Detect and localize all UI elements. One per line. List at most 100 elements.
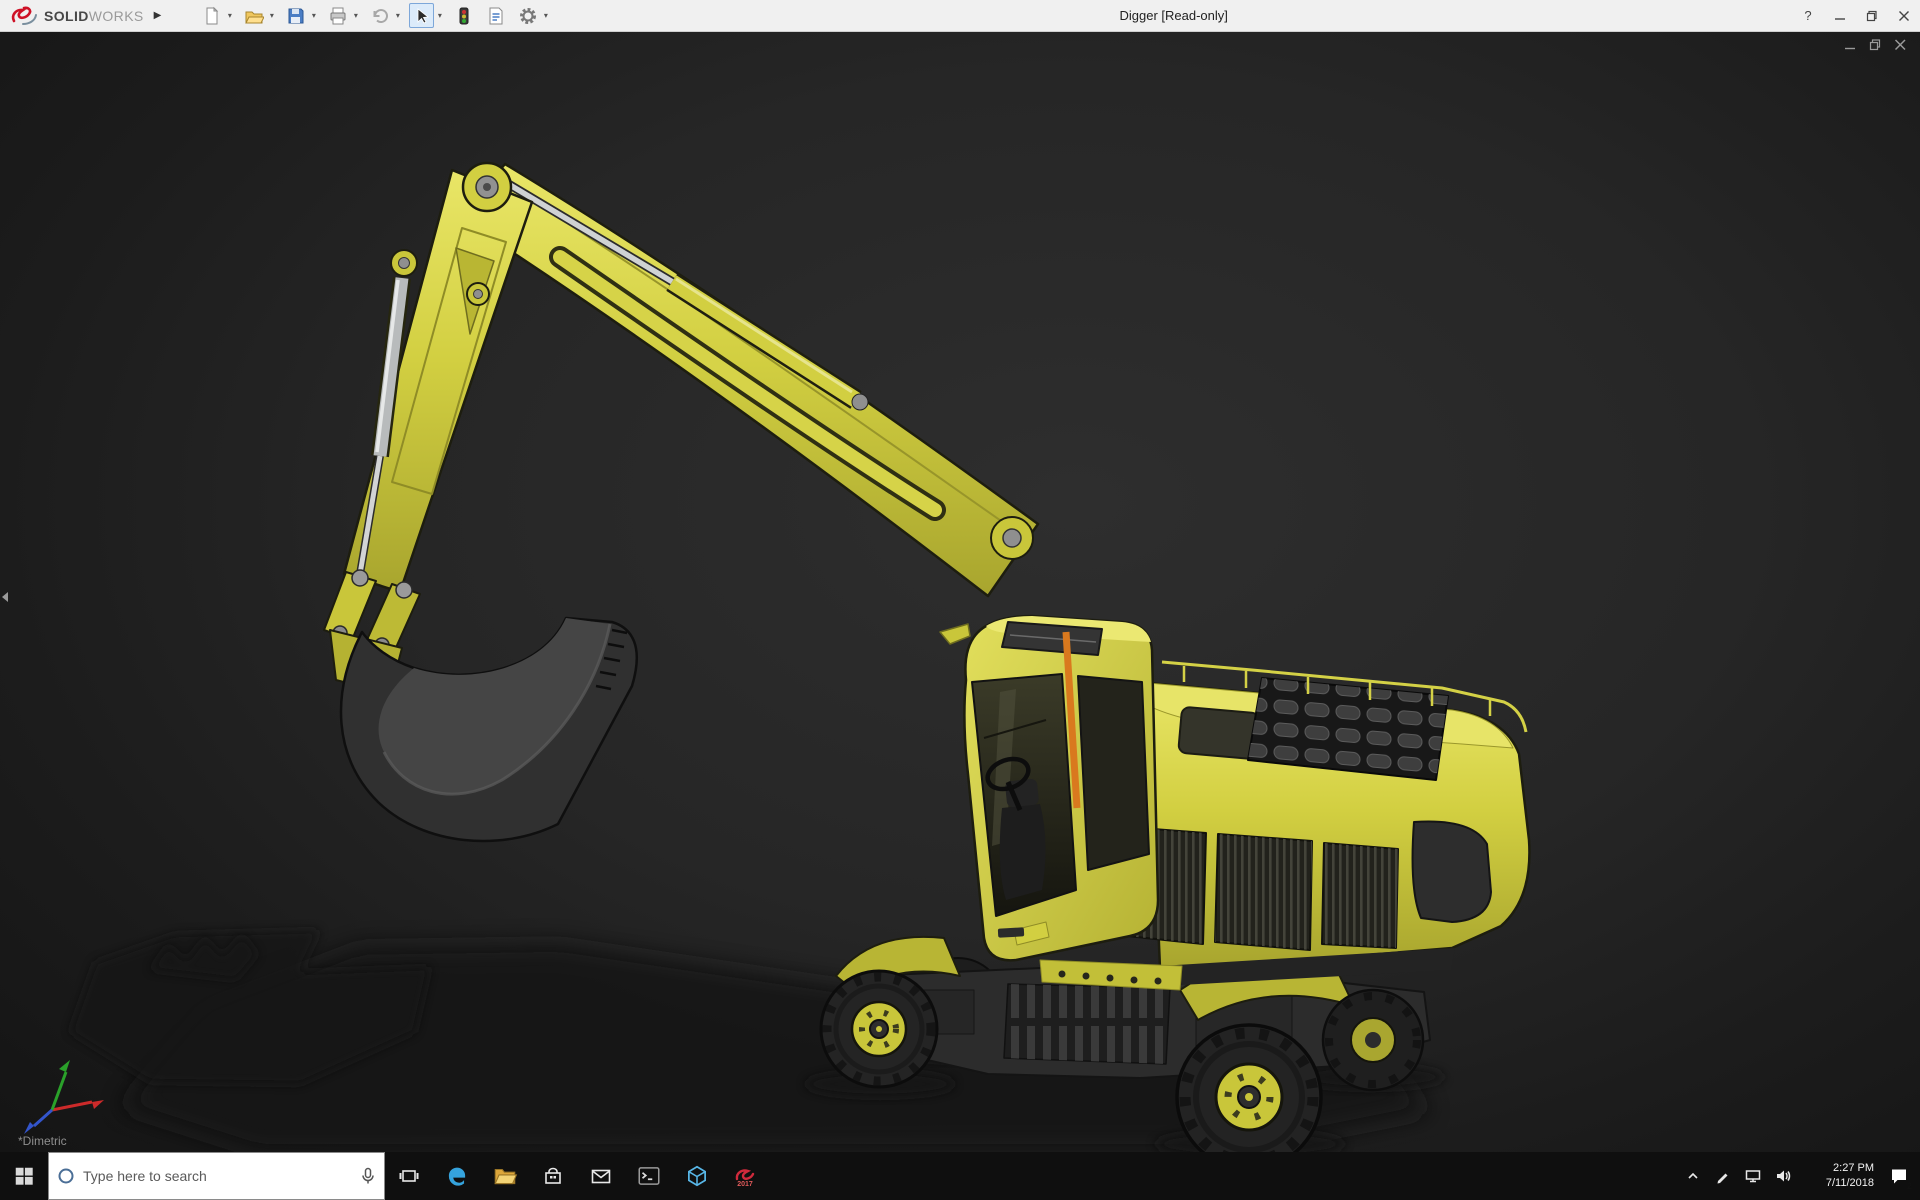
quick-toolbar: ▾ ▾ ▾ ▾ ▾ ▾ ▾ — [199, 3, 555, 28]
select-tool-button[interactable] — [409, 3, 435, 28]
taskbar-search-box[interactable] — [48, 1152, 385, 1200]
tray-pen-button[interactable] — [1708, 1152, 1738, 1200]
file-explorer-button[interactable] — [481, 1152, 529, 1200]
solidworks-logo: SOLIDWORKS — [0, 5, 144, 27]
document-restore-button[interactable] — [1867, 38, 1883, 52]
clock-time: 2:27 PM — [1833, 1162, 1874, 1174]
print-button[interactable] — [325, 3, 350, 28]
graphics-viewport[interactable]: *Dimetric — [0, 32, 1920, 1152]
system-tray: 2:27 PM 7/11/2018 2 — [1678, 1152, 1920, 1200]
chevron-down-icon[interactable]: ▾ — [435, 11, 444, 20]
restore-icon — [1869, 39, 1880, 51]
chevron-down-icon[interactable]: ▾ — [267, 11, 276, 20]
close-button[interactable] — [1888, 0, 1920, 32]
microphone-icon[interactable] — [360, 1167, 376, 1185]
file-explorer-icon — [494, 1168, 518, 1185]
help-button[interactable]: ? — [1792, 0, 1824, 32]
network-icon — [1745, 1170, 1761, 1183]
close-icon — [1894, 39, 1906, 51]
file-properties-button[interactable] — [483, 3, 508, 28]
solidworks-year-label: 2017 — [737, 1180, 753, 1188]
excavator-boom[interactable] — [458, 162, 1040, 598]
chevron-down-icon[interactable]: ▾ — [393, 11, 402, 20]
edge-icon — [448, 1167, 466, 1186]
open-folder-icon — [245, 11, 264, 23]
save-button[interactable] — [283, 3, 308, 28]
close-icon — [1899, 10, 1909, 21]
document-close-button[interactable] — [1892, 38, 1908, 52]
file-properties-icon — [489, 7, 503, 24]
minimize-icon — [1844, 47, 1855, 50]
task-view-button[interactable] — [385, 1152, 433, 1200]
3d-cube-icon — [688, 1165, 706, 1187]
new-document-button[interactable] — [199, 3, 224, 28]
action-center-button[interactable]: 2 — [1878, 1152, 1920, 1200]
task-view-icon — [399, 1170, 419, 1182]
microsoft-store-button[interactable] — [529, 1152, 577, 1200]
rebuild-stoplight-icon — [459, 7, 469, 24]
start-button[interactable] — [0, 1152, 48, 1200]
document-minimize-button[interactable] — [1842, 38, 1858, 52]
front-right-wheel[interactable] — [1175, 1023, 1323, 1152]
excavator-stick-arm[interactable] — [342, 168, 534, 594]
excavator-bucket[interactable] — [329, 616, 639, 843]
store-bag-icon — [545, 1167, 561, 1184]
cortana-circle-icon — [58, 1168, 74, 1184]
excavator-cab[interactable] — [939, 614, 1160, 962]
toolbar-flyout-arrow[interactable]: ▶ — [154, 10, 162, 21]
new-document-icon — [206, 6, 219, 24]
search-input[interactable] — [83, 1168, 352, 1184]
feature-panel-collapse-arrow[interactable] — [0, 584, 10, 610]
gear-icon — [519, 7, 536, 24]
mail-button[interactable] — [577, 1152, 625, 1200]
chevron-down-icon[interactable]: ▾ — [309, 11, 318, 20]
document-title: Digger [Read-only] — [1119, 8, 1228, 23]
restore-button[interactable] — [1856, 0, 1888, 32]
minimize-button[interactable] — [1824, 0, 1856, 32]
chevron-down-icon[interactable]: ▾ — [541, 11, 550, 20]
brand-solid: SOLID — [44, 7, 89, 24]
mail-envelope-icon — [591, 1169, 611, 1184]
volume-button[interactable] — [1768, 1152, 1798, 1200]
chevron-up-icon — [1688, 1172, 1698, 1179]
rebuild-button[interactable] — [451, 3, 476, 28]
chevron-down-icon[interactable]: ▾ — [351, 11, 360, 20]
clock-date: 7/11/2018 — [1825, 1177, 1874, 1189]
taskbar: 2017 2:27 — [0, 1152, 1920, 1200]
undo-icon — [373, 8, 388, 23]
excavator-3d-model[interactable] — [0, 32, 1920, 1152]
pen-icon — [1717, 1173, 1728, 1184]
3d-viewer-button[interactable] — [673, 1152, 721, 1200]
save-icon — [288, 8, 304, 23]
solidworks-2017-button[interactable]: 2017 — [721, 1152, 769, 1200]
edge-browser-button[interactable] — [433, 1152, 481, 1200]
ds-logo-icon — [11, 6, 37, 25]
orientation-triad — [24, 1060, 104, 1134]
command-prompt-button[interactable] — [625, 1152, 673, 1200]
front-left-wheel[interactable] — [819, 969, 939, 1089]
network-button[interactable] — [1738, 1152, 1768, 1200]
titlebar: SOLIDWORKS ▶ ▾ ▾ ▾ ▾ ▾ ▾ ▾ Digger [Read-… — [0, 0, 1920, 32]
boom-hydraulic-cylinder[interactable] — [502, 178, 869, 411]
undo-button[interactable] — [367, 3, 392, 28]
select-cursor-icon — [417, 7, 429, 24]
brand-works: WORKS — [88, 7, 144, 24]
taskbar-clock[interactable]: 2:27 PM 7/11/2018 — [1798, 1152, 1878, 1200]
print-icon — [330, 7, 346, 24]
open-button[interactable] — [241, 3, 266, 28]
tray-expand-button[interactable] — [1678, 1152, 1708, 1200]
view-orientation-label: *Dimetric — [18, 1134, 67, 1148]
minimize-icon — [1835, 17, 1845, 20]
notification-badge: 2 — [1906, 1181, 1912, 1191]
rear-right-wheel[interactable] — [1321, 988, 1425, 1092]
restore-icon — [1866, 10, 1877, 21]
document-window-controls — [1842, 38, 1908, 52]
speaker-icon — [1777, 1170, 1791, 1182]
brand-text: SOLIDWORKS — [44, 8, 144, 24]
arm-knuckle-joint[interactable] — [461, 161, 513, 213]
windows-logo-icon — [15, 1167, 33, 1185]
window-controls: ? — [1792, 0, 1920, 32]
chevron-down-icon[interactable]: ▾ — [225, 11, 234, 20]
command-prompt-icon — [638, 1167, 660, 1185]
options-button[interactable] — [515, 3, 540, 28]
